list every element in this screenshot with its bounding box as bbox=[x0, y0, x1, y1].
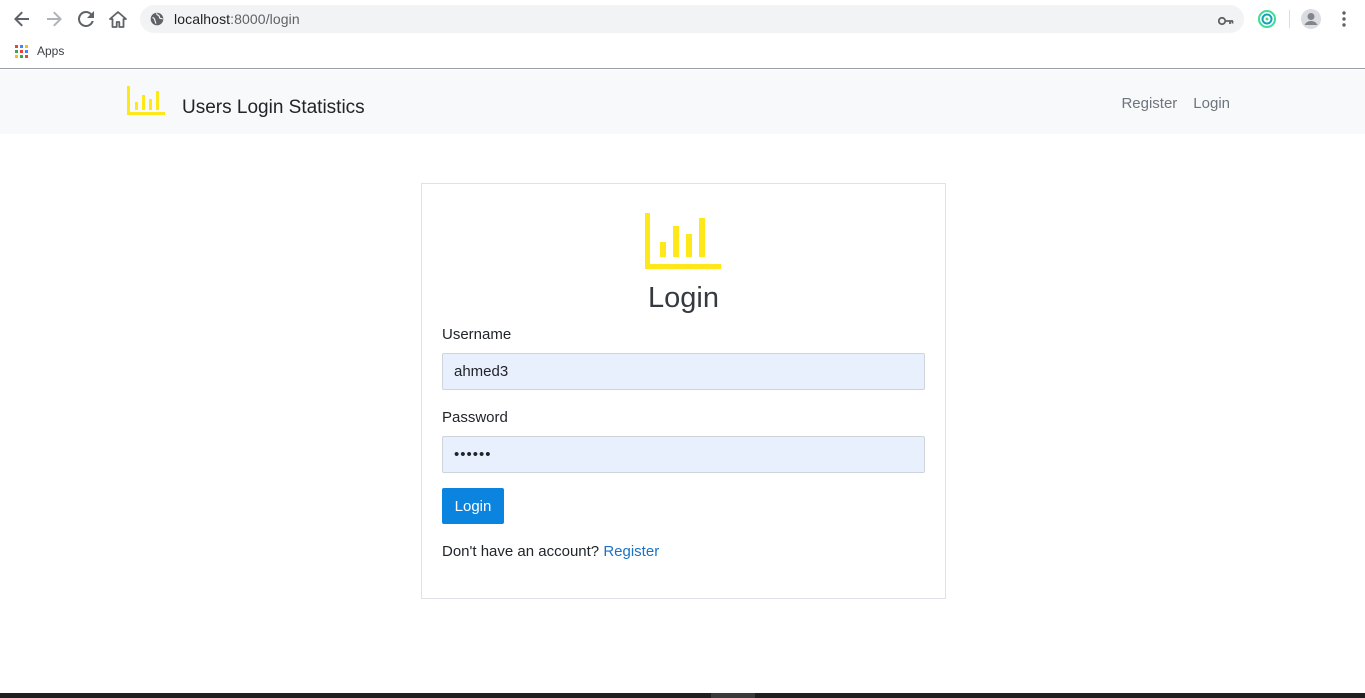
taskbar-thumb bbox=[711, 693, 755, 698]
profile-avatar-icon[interactable] bbox=[1301, 9, 1321, 29]
nav-login-link[interactable]: Login bbox=[1193, 95, 1230, 112]
home-icon[interactable] bbox=[108, 9, 128, 29]
apps-bookmark[interactable]: Apps bbox=[15, 44, 64, 58]
bar-chart-icon bbox=[645, 213, 721, 269]
site-info-icon[interactable] bbox=[150, 12, 164, 31]
login-title: Login bbox=[648, 282, 719, 314]
register-link[interactable]: Register bbox=[603, 543, 659, 560]
navbar-links: Register Login bbox=[1121, 95, 1230, 112]
back-icon[interactable] bbox=[12, 9, 32, 29]
site-navbar: Users Login Statistics Register Login bbox=[0, 70, 1365, 134]
register-prompt-text: Don't have an account? bbox=[442, 543, 600, 560]
login-button[interactable]: Login bbox=[442, 488, 504, 524]
nav-register-link[interactable]: Register bbox=[1121, 95, 1177, 112]
address-bar[interactable]: localhost:8000/login bbox=[140, 5, 1244, 33]
key-icon[interactable] bbox=[1217, 13, 1234, 31]
brand-title[interactable]: Users Login Statistics bbox=[182, 97, 365, 119]
login-card: Login Username Password Login Don't have… bbox=[421, 183, 946, 599]
bar-chart-icon bbox=[127, 86, 165, 115]
url-text: localhost:8000/login bbox=[174, 11, 300, 27]
taskbar-edge bbox=[0, 693, 1365, 698]
apps-label: Apps bbox=[37, 44, 65, 58]
apps-grid-icon bbox=[15, 44, 28, 58]
register-prompt: Don't have an account? Register bbox=[442, 543, 659, 560]
username-label: Username bbox=[442, 326, 512, 343]
password-input[interactable] bbox=[442, 436, 925, 473]
forward-icon[interactable] bbox=[44, 9, 64, 29]
password-label: Password bbox=[442, 409, 508, 426]
toolbar-divider bbox=[1289, 10, 1290, 28]
bookmarks-bar: Apps bbox=[0, 38, 1365, 69]
extension-icon[interactable] bbox=[1257, 9, 1277, 29]
brand-logo[interactable] bbox=[127, 86, 167, 116]
menu-dots-icon[interactable] bbox=[1334, 9, 1354, 29]
reload-icon[interactable] bbox=[76, 9, 96, 29]
username-input[interactable] bbox=[442, 353, 925, 390]
browser-toolbar: localhost:8000/login bbox=[0, 0, 1365, 38]
